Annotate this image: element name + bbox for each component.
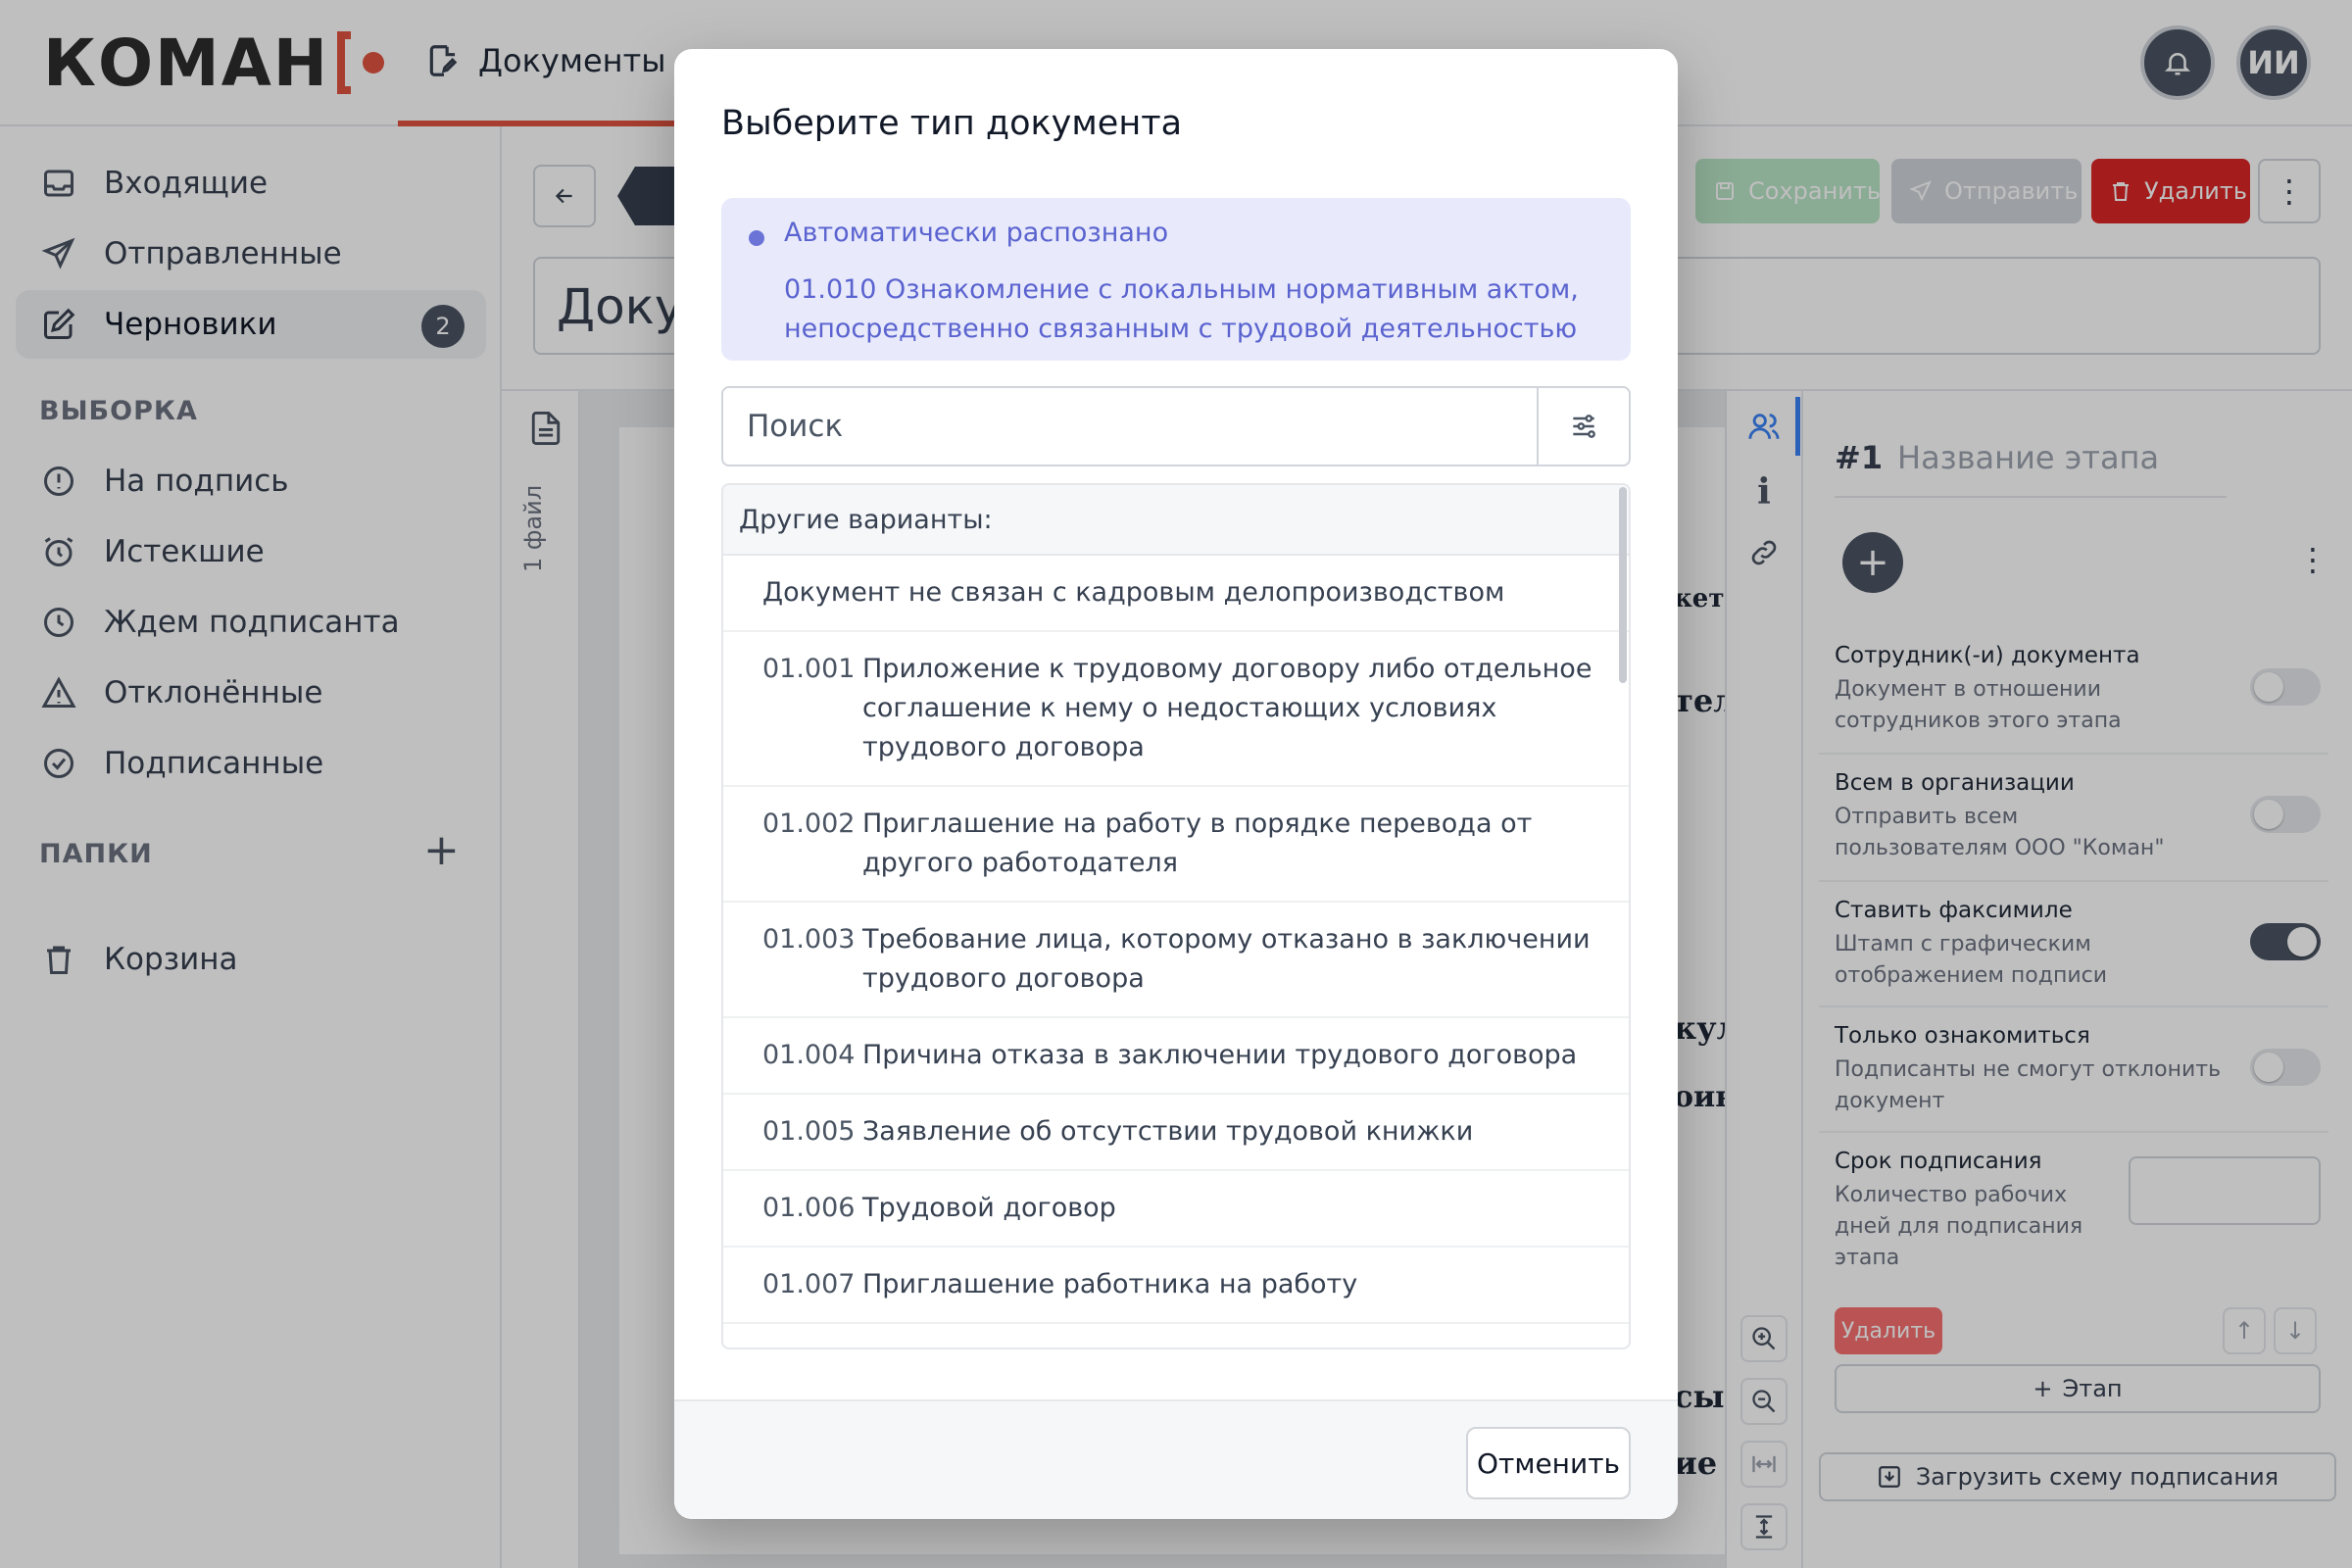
list-item[interactable]: 01.001 Приложение к трудовому договору л… (723, 632, 1629, 787)
list-item-text: Приглашение работника на работу (862, 1269, 1358, 1299)
cancel-button[interactable]: Отменить (1466, 1427, 1631, 1499)
list-item-text: Документ не связан с кадровым делопроизв… (762, 577, 1505, 608)
list-item-text: Требование лица, которому отказано в зак… (862, 924, 1591, 994)
list-item[interactable]: Документ не связан с кадровым делопроизв… (723, 556, 1629, 632)
list-item-text: Дополнительное соглашение к трудовому до… (862, 1342, 1603, 1348)
list-item-code: 01.002 (762, 808, 856, 839)
list-item[interactable]: 01.006 Трудовой договор (723, 1171, 1629, 1248)
list-item[interactable]: 01.008 Дополнительное соглашение к трудо… (723, 1324, 1629, 1348)
list-item-code: 01.004 (762, 1040, 856, 1070)
list-item-code: 01.007 (762, 1269, 856, 1299)
filter-button[interactable] (1537, 388, 1629, 465)
list-item-text: Причина отказа в заключении трудового до… (862, 1040, 1578, 1070)
list-item-text: Приглашение на работу в порядке перевода… (862, 808, 1533, 878)
auto-detected-value: 01.010 Ознакомление с локальным норматив… (784, 274, 1579, 344)
document-type-list: Другие варианты: Документ не связан с ка… (721, 483, 1631, 1349)
search-input[interactable] (723, 388, 1537, 465)
list-item-code: 01.003 (762, 924, 856, 955)
list-item[interactable]: 01.005 Заявление об отсутствии трудовой … (723, 1095, 1629, 1171)
modal-footer: Отменить (674, 1399, 1678, 1519)
list-item-text: Приложение к трудовому договору либо отд… (862, 654, 1592, 762)
auto-detected-option[interactable]: Автоматически распознано 01.010 Ознакомл… (721, 198, 1631, 361)
auto-detected-label: Автоматически распознано (784, 218, 1169, 248)
sliders-icon (1568, 411, 1599, 442)
search-box (721, 386, 1631, 466)
list-item-text: Трудовой договор (862, 1193, 1116, 1223)
list-item[interactable]: 01.003 Требование лица, которому отказан… (723, 903, 1629, 1018)
document-type-modal: Выберите тип документа Автоматически рас… (674, 49, 1678, 1519)
list-header: Другие варианты: (723, 485, 1629, 556)
list-item[interactable]: 01.002 Приглашение на работу в порядке п… (723, 787, 1629, 903)
list-item-code: 01.008 (762, 1342, 862, 1348)
list-item-code: 01.001 (762, 654, 856, 684)
auto-detected-dot (749, 230, 764, 246)
list-item-text: Заявление об отсутствии трудовой книжки (862, 1116, 1474, 1147)
list-item-code: 01.006 (762, 1193, 856, 1223)
list-item[interactable]: 01.004 Причина отказа в заключении трудо… (723, 1018, 1629, 1095)
list-scrollbar[interactable] (1619, 487, 1627, 683)
list-item[interactable]: 01.007 Приглашение работника на работу (723, 1248, 1629, 1324)
modal-title: Выберите тип документа (721, 104, 1183, 143)
list-item-code: 01.005 (762, 1116, 856, 1147)
